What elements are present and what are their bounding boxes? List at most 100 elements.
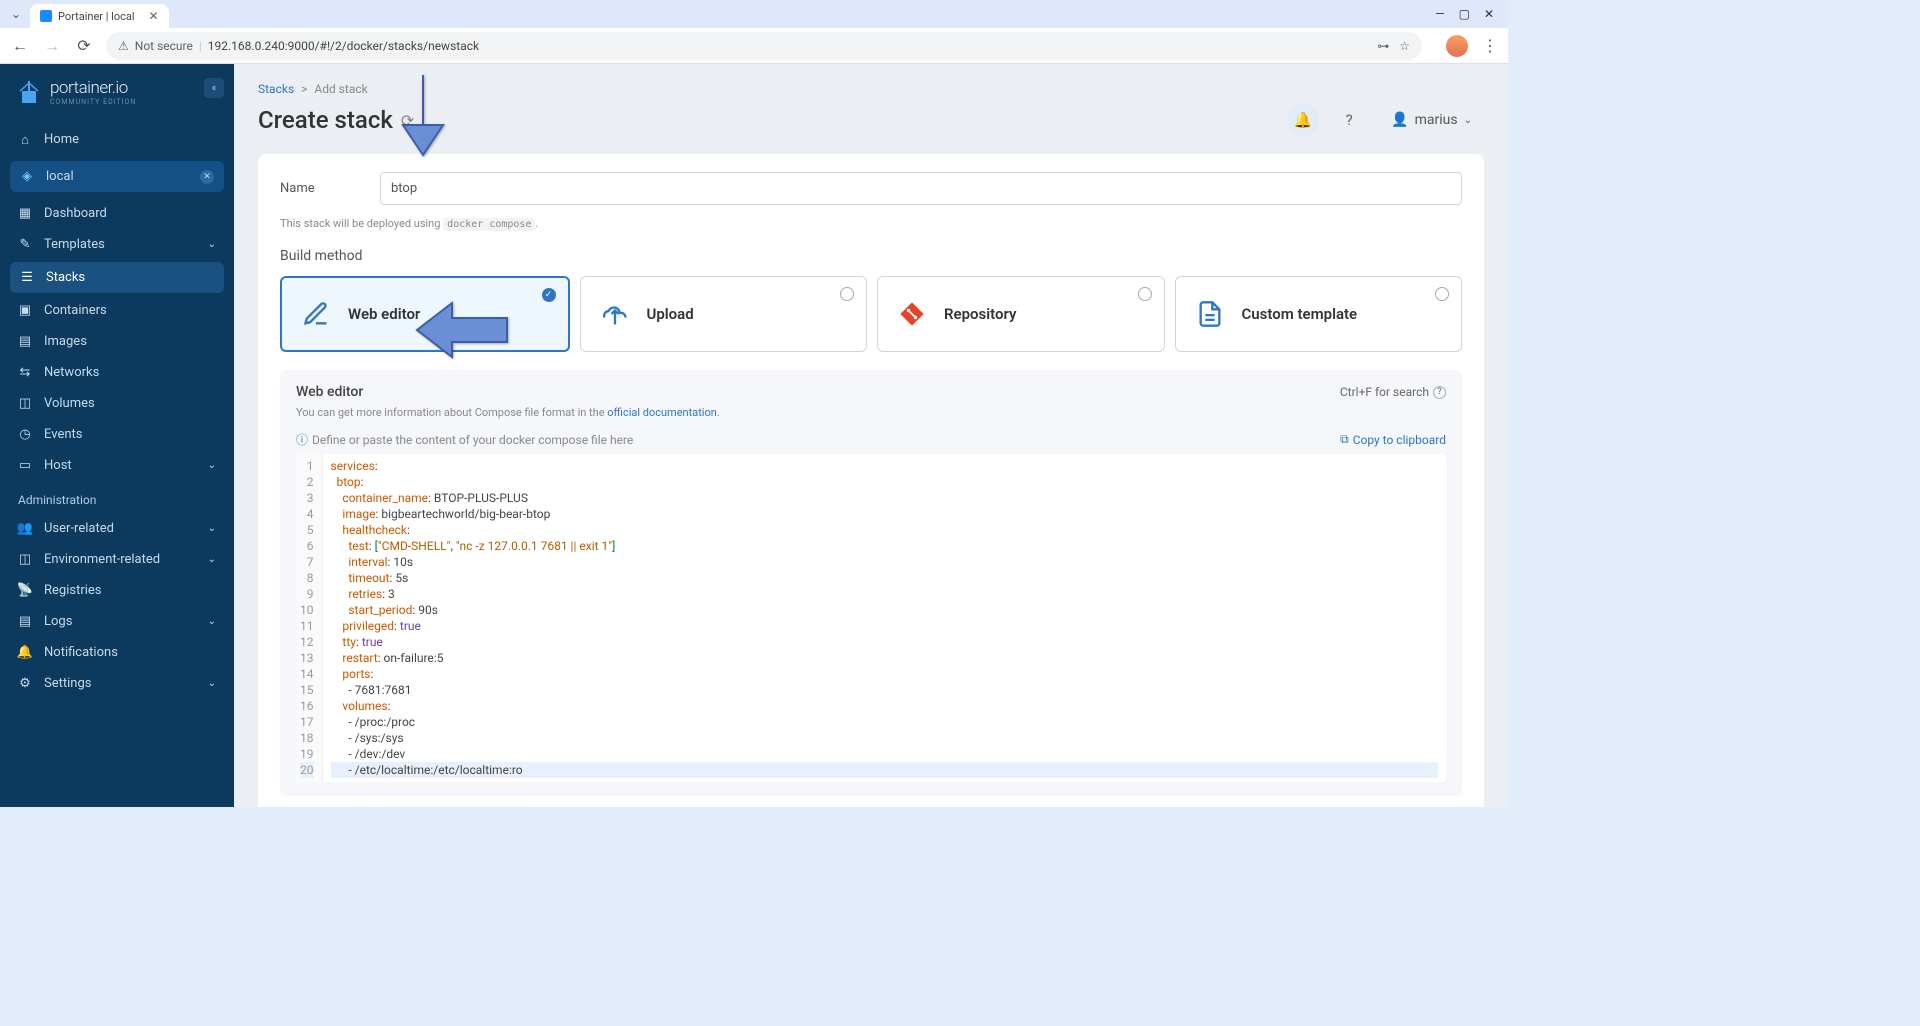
edit-icon: ✎ <box>18 238 32 252</box>
method-repository[interactable]: Repository <box>877 276 1165 352</box>
nav-volumes[interactable]: ◫ Volumes <box>0 388 234 419</box>
method-web-editor[interactable]: Web editor ✓ <box>280 276 570 352</box>
url-input[interactable]: ⚠ Not secure | 192.168.0.240:9000/#!/2/d… <box>106 32 1422 60</box>
nav-environment[interactable]: ◈ local ✕ <box>10 161 224 192</box>
nav-label: Events <box>44 427 82 442</box>
create-stack-panel: Name This stack will be deployed using d… <box>258 154 1484 807</box>
database-icon: ◫ <box>18 397 32 411</box>
chevron-down-icon: ⌄ <box>208 523 216 534</box>
nav-stacks[interactable]: ☰ Stacks <box>10 262 224 293</box>
nav-label: Dashboard <box>44 206 107 221</box>
close-icon[interactable]: ✕ <box>149 9 159 23</box>
browser-tab[interactable]: Portainer | local ✕ <box>30 4 169 28</box>
chevron-down-icon: ⌄ <box>208 678 216 689</box>
method-label: Custom template <box>1242 305 1358 323</box>
nav-home[interactable]: ⌂ Home <box>0 124 234 155</box>
docs-link[interactable]: official documentation <box>607 406 717 419</box>
env-name: local <box>46 169 74 184</box>
nav-label: Logs <box>44 614 72 629</box>
main-content: Stacks > Add stack Create stack ⟳ 🔔 ? 👤 … <box>234 64 1508 807</box>
edit-icon <box>298 296 334 332</box>
nav-host[interactable]: ▭ Host ⌄ <box>0 450 234 481</box>
bell-icon: 🔔 <box>18 646 32 660</box>
server-icon: ▭ <box>18 459 32 473</box>
breadcrumb-root[interactable]: Stacks <box>258 82 294 96</box>
nav-environment-related[interactable]: ◫ Environment-related ⌄ <box>0 544 234 575</box>
nav-templates[interactable]: ✎ Templates ⌄ <box>0 229 234 260</box>
nav-dashboard[interactable]: ▦ Dashboard <box>0 198 234 229</box>
notifications-icon[interactable]: 🔔 <box>1287 104 1319 136</box>
method-upload[interactable]: Upload <box>580 276 868 352</box>
nav-label: Environment-related <box>44 552 160 567</box>
close-env-icon[interactable]: ✕ <box>200 170 214 184</box>
radio-icon <box>1138 287 1152 301</box>
nav-events[interactable]: ◷ Events <box>0 419 234 450</box>
nav-label: Stacks <box>46 270 85 285</box>
help-icon[interactable]: ? <box>1433 386 1446 399</box>
user-icon: 👤 <box>1391 112 1408 128</box>
minimize-icon[interactable]: — <box>1435 7 1444 21</box>
nav-registries[interactable]: 📡 Registries <box>0 575 234 606</box>
check-icon: ✓ <box>542 288 556 302</box>
nav-label: Templates <box>44 237 105 252</box>
browser-tab-strip: ⌄ Portainer | local ✕ — ▢ ✕ <box>0 0 1508 28</box>
method-custom-template[interactable]: Custom template <box>1175 276 1463 352</box>
tab-title: Portainer | local <box>58 10 135 23</box>
radio-icon <box>840 287 854 301</box>
favicon-icon <box>40 10 52 22</box>
maximize-icon[interactable]: ▢ <box>1459 7 1470 21</box>
nav-label: Containers <box>44 303 107 318</box>
stack-name-input[interactable] <box>380 172 1462 205</box>
refresh-icon[interactable]: ⟳ <box>401 111 414 130</box>
nav-label: Volumes <box>44 396 95 411</box>
network-icon: ⇆ <box>18 366 32 380</box>
nav-label: User-related <box>44 521 114 536</box>
code-content[interactable]: services: btop: container_name: BTOP-PLU… <box>323 454 1447 782</box>
tab-dropdown-icon[interactable]: ⌄ <box>6 7 26 21</box>
deploy-hint: This stack will be deployed using docker… <box>280 217 1462 230</box>
code-editor[interactable]: 1234567891011121314151617181920 services… <box>296 454 1446 782</box>
git-icon <box>894 296 930 332</box>
nav-images[interactable]: ▤ Images <box>0 326 234 357</box>
breadcrumb: Stacks > Add stack <box>258 82 1484 96</box>
editor-description: You can get more information about Compo… <box>296 406 1446 419</box>
radio-icon: 📡 <box>18 584 32 598</box>
collapse-sidebar-icon[interactable]: « <box>204 78 224 98</box>
kebab-menu-icon[interactable]: ⋮ <box>1482 36 1498 55</box>
brand: portainer.io COMMUNITY EDITION <box>0 64 234 116</box>
chevron-down-icon: ⌄ <box>208 554 216 565</box>
forward-icon[interactable]: → <box>42 36 62 56</box>
close-window-icon[interactable]: ✕ <box>1484 7 1494 21</box>
grid-icon: ▦ <box>18 207 32 221</box>
nav-label: Notifications <box>44 645 118 660</box>
user-menu[interactable]: 👤 marius ⌄ <box>1379 106 1484 134</box>
boxes-icon: ▣ <box>18 304 32 318</box>
bookmark-star-icon[interactable]: ☆ <box>1399 39 1410 53</box>
back-icon[interactable]: ← <box>10 36 30 56</box>
chevron-down-icon: ⌄ <box>208 616 216 627</box>
home-icon: ⌂ <box>18 133 32 147</box>
method-label: Upload <box>647 305 694 323</box>
file-icon: ▤ <box>18 615 32 629</box>
nav-notifications[interactable]: 🔔 Notifications <box>0 637 234 668</box>
admin-section-label: Administration <box>0 481 234 513</box>
nav-logs[interactable]: ▤ Logs ⌄ <box>0 606 234 637</box>
method-label: Web editor <box>348 305 420 323</box>
nav-containers[interactable]: ▣ Containers <box>0 295 234 326</box>
password-key-icon[interactable]: ⊶ <box>1377 39 1389 53</box>
copy-to-clipboard-button[interactable]: ⧉ Copy to clipboard <box>1340 432 1446 447</box>
nav-label: Home <box>44 132 79 147</box>
help-icon[interactable]: ? <box>1333 104 1365 136</box>
globe-icon: ◫ <box>18 553 32 567</box>
nav-user-related[interactable]: 👥 User-related ⌄ <box>0 513 234 544</box>
method-label: Repository <box>944 305 1016 323</box>
image-icon: ▤ <box>18 335 32 349</box>
reload-icon[interactable]: ⟳ <box>74 36 94 56</box>
brand-text: portainer.io <box>50 78 136 98</box>
user-name: marius <box>1415 112 1458 128</box>
breadcrumb-leaf: Add stack <box>314 82 367 96</box>
profile-avatar[interactable] <box>1446 35 1468 57</box>
nav-settings[interactable]: ⚙ Settings ⌄ <box>0 668 234 699</box>
layers-icon: ☰ <box>20 271 34 285</box>
nav-networks[interactable]: ⇆ Networks <box>0 357 234 388</box>
